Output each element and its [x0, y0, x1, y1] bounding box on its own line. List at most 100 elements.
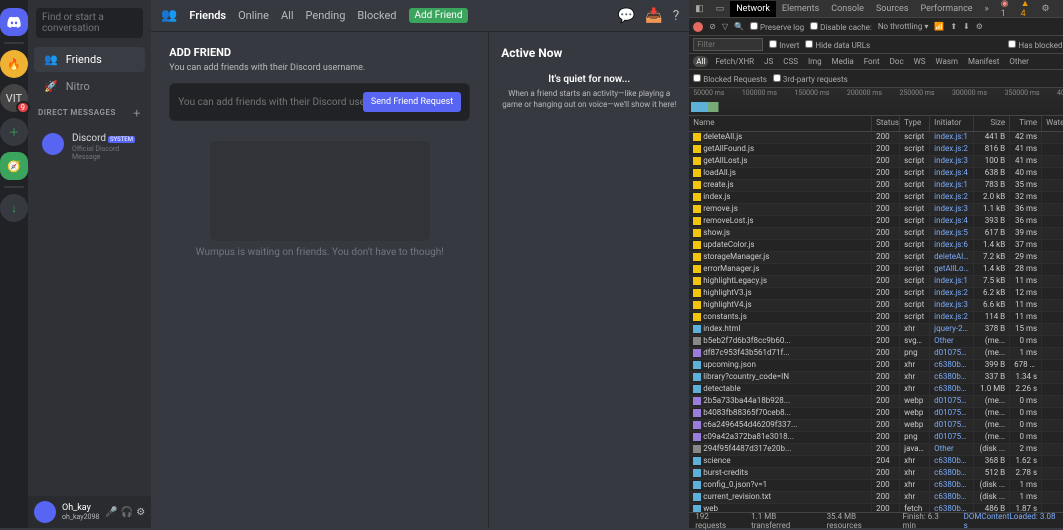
network-row[interactable]: show.js200scriptindex.js:5617 B39 ms [689, 228, 1063, 240]
tab-online[interactable]: Online [238, 9, 269, 22]
more-icon[interactable]: ⋮ [1056, 1, 1063, 17]
send-friend-request-button[interactable]: Send Friend Request [363, 92, 461, 112]
network-row[interactable]: create.js200scriptindex.js:1783 B35 ms [689, 180, 1063, 192]
type-filter-other[interactable]: Other [1006, 56, 1031, 67]
type-filter-img[interactable]: Img [805, 56, 825, 67]
help-icon[interactable]: ? [673, 8, 680, 24]
hide-urls-check[interactable]: Hide data URLs [805, 40, 870, 50]
col-name[interactable]: Name [689, 116, 872, 131]
col-initiator[interactable]: Initiator [930, 116, 974, 131]
col-status[interactable]: Status [872, 116, 900, 131]
network-row[interactable]: removeLost.js200scriptindex.js:4393 B36 … [689, 216, 1063, 228]
filter-toggle-icon[interactable]: ▽ [722, 22, 728, 31]
record-icon[interactable] [693, 22, 703, 32]
col-time[interactable]: Time [1010, 116, 1042, 131]
type-filter-all[interactable]: All [693, 56, 708, 67]
third-party-check[interactable]: 3rd-party requests [773, 74, 848, 84]
clear-icon[interactable]: ⊘ [709, 22, 716, 31]
deafen-icon[interactable]: 🎧 [121, 507, 133, 518]
network-row[interactable]: 2b5a733ba44a18b928...200webpd01075b...j(… [689, 396, 1063, 408]
mute-icon[interactable]: 🎤 [105, 507, 117, 518]
network-row[interactable]: science204xhrc6380b0...j368 B1.62 s [689, 456, 1063, 468]
network-row[interactable]: highlightV4.js200scriptindex.js:36.6 kB1… [689, 300, 1063, 312]
network-row[interactable]: deleteAll.js200scriptindex.js:1441 B42 m… [689, 132, 1063, 144]
network-row[interactable]: storageManager.js200scriptdeleteAll.js:1… [689, 252, 1063, 264]
upload-icon[interactable]: ⬆ [950, 22, 957, 31]
network-row[interactable]: library?country_code=IN200xhrc6380b0...j… [689, 372, 1063, 384]
network-row[interactable]: index.js200scriptindex.js:22.0 kB32 ms [689, 192, 1063, 204]
tab-pending[interactable]: Pending [306, 9, 346, 22]
network-row[interactable]: updateColor.js200scriptindex.js:61.4 kB3… [689, 240, 1063, 252]
guild-1[interactable]: 🔥 [0, 50, 28, 78]
blocked-cookies-check[interactable]: Has blocked cookies [1008, 40, 1063, 50]
network-row[interactable]: config_0.json?v=1200xhrc6380b0...j(disk … [689, 480, 1063, 492]
col-waterfall[interactable]: Waterfall [1042, 116, 1063, 131]
network-row[interactable]: index.html200xhrjquery-2.1...378 B15 ms [689, 324, 1063, 336]
network-row[interactable]: b5eb2f7d6b3f8cc9b60...200svg+...Other(me… [689, 336, 1063, 348]
type-filter-wasm[interactable]: Wasm [933, 56, 961, 67]
network-row[interactable]: current_revision.txt200xhrc6380b0...j(di… [689, 492, 1063, 504]
filter-input[interactable] [693, 38, 763, 51]
network-table-body[interactable]: deleteAll.js200scriptindex.js:1441 B42 m… [689, 132, 1063, 512]
invert-check[interactable]: Invert [769, 40, 799, 50]
network-row[interactable]: df87c953f43b561d71f...200pngd01075b...j(… [689, 348, 1063, 360]
tab-elements[interactable]: Elements [776, 1, 825, 17]
nav-nitro[interactable]: 🚀Nitro [34, 74, 145, 99]
disable-cache-check[interactable]: Disable cache: [810, 22, 872, 32]
type-filter-ws[interactable]: WS [911, 56, 929, 67]
more-tabs-icon[interactable]: » [979, 1, 995, 17]
col-type[interactable]: Type [900, 116, 930, 131]
device-icon[interactable]: ▭ [710, 1, 731, 17]
inbox-icon[interactable]: 📥 [645, 8, 662, 24]
network-row[interactable]: loadAll.js200scriptindex.js:4638 B40 ms [689, 168, 1063, 180]
network-row[interactable]: upcoming.json200xhrc6380b0...j399 B678 m… [689, 360, 1063, 372]
type-filter-media[interactable]: Media [829, 56, 857, 67]
settings-icon[interactable]: ⚙ [1036, 1, 1056, 17]
type-filter-css[interactable]: CSS [780, 56, 801, 67]
type-filter-fetch/xhr[interactable]: Fetch/XHR [712, 56, 757, 67]
type-filter-doc[interactable]: Doc [887, 56, 907, 67]
type-filter-font[interactable]: Font [861, 56, 883, 67]
network-row[interactable]: highlightLegacy.js200scriptindex.js:17.5… [689, 276, 1063, 288]
home-guild[interactable] [0, 8, 28, 36]
download-icon[interactable]: ⬇ [963, 22, 970, 31]
network-row[interactable]: c6a2496454d46209f337...200webpd01075b...… [689, 420, 1063, 432]
network-row[interactable]: 294f95f4487d317e20b...200javas...Other(d… [689, 444, 1063, 456]
throttling-select[interactable]: No throttling ▾ [878, 22, 929, 31]
network-row[interactable]: detectable200xhrc6380b0...j1.0 MB2.26 s [689, 384, 1063, 396]
tab-console[interactable]: Console [825, 1, 870, 17]
gear-icon[interactable]: ⚙ [976, 22, 983, 31]
search-icon[interactable]: 🔍 [734, 22, 744, 31]
create-dm-icon[interactable]: ＋ [133, 108, 142, 119]
network-row[interactable]: burst-credits200xhrc6380b0...j512 B2.78 … [689, 468, 1063, 480]
network-row[interactable]: remove.js200scriptindex.js:31.1 kB36 ms [689, 204, 1063, 216]
guild-2[interactable]: VIT9 [0, 84, 28, 112]
wifi-icon[interactable]: 📶 [934, 22, 944, 31]
new-group-dm-icon[interactable]: 💬 [618, 8, 635, 24]
network-row[interactable]: highlightV3.js200scriptindex.js:26.2 kB1… [689, 288, 1063, 300]
download-apps[interactable]: ↓ [0, 194, 28, 222]
network-row[interactable]: c09a42a372ba81e3018...200pngd01075b...j(… [689, 432, 1063, 444]
tab-blocked[interactable]: Blocked [357, 9, 396, 22]
network-row[interactable]: getAllLost.js200scriptindex.js:3100 B41 … [689, 156, 1063, 168]
tab-add-friend[interactable]: Add Friend [409, 8, 469, 23]
preserve-log-check[interactable]: Preserve log [750, 22, 804, 32]
add-friend-input[interactable] [178, 92, 363, 112]
network-row[interactable]: constants.js200scriptindex.js:2114 B11 m… [689, 312, 1063, 324]
type-filter-manifest[interactable]: Manifest [965, 56, 1002, 67]
nav-friends[interactable]: 👥Friends [34, 47, 145, 72]
tab-performance[interactable]: Performance [914, 1, 978, 17]
tab-all[interactable]: All [281, 9, 294, 22]
type-filter-js[interactable]: JS [761, 56, 776, 67]
settings-icon[interactable]: ⚙ [136, 507, 145, 518]
user-avatar[interactable] [34, 501, 56, 523]
explore-servers[interactable]: 🧭 [0, 152, 28, 180]
blocked-requests-check[interactable]: Blocked Requests [693, 74, 767, 84]
network-row[interactable]: errorManager.js200scriptgetAllLost.j...1… [689, 264, 1063, 276]
tab-sources[interactable]: Sources [870, 1, 915, 17]
quick-search[interactable]: Find or start a conversation [36, 8, 143, 38]
dm-discord[interactable]: DiscordSYSTEM Official Discord Message [34, 122, 145, 165]
col-size[interactable]: Size [974, 116, 1010, 131]
network-row[interactable]: b4083fb88365f70ceb8...200webpd01075b...j… [689, 408, 1063, 420]
timeline-overview[interactable]: 50000 ms100000 ms150000 ms200000 ms25000… [689, 88, 1063, 116]
